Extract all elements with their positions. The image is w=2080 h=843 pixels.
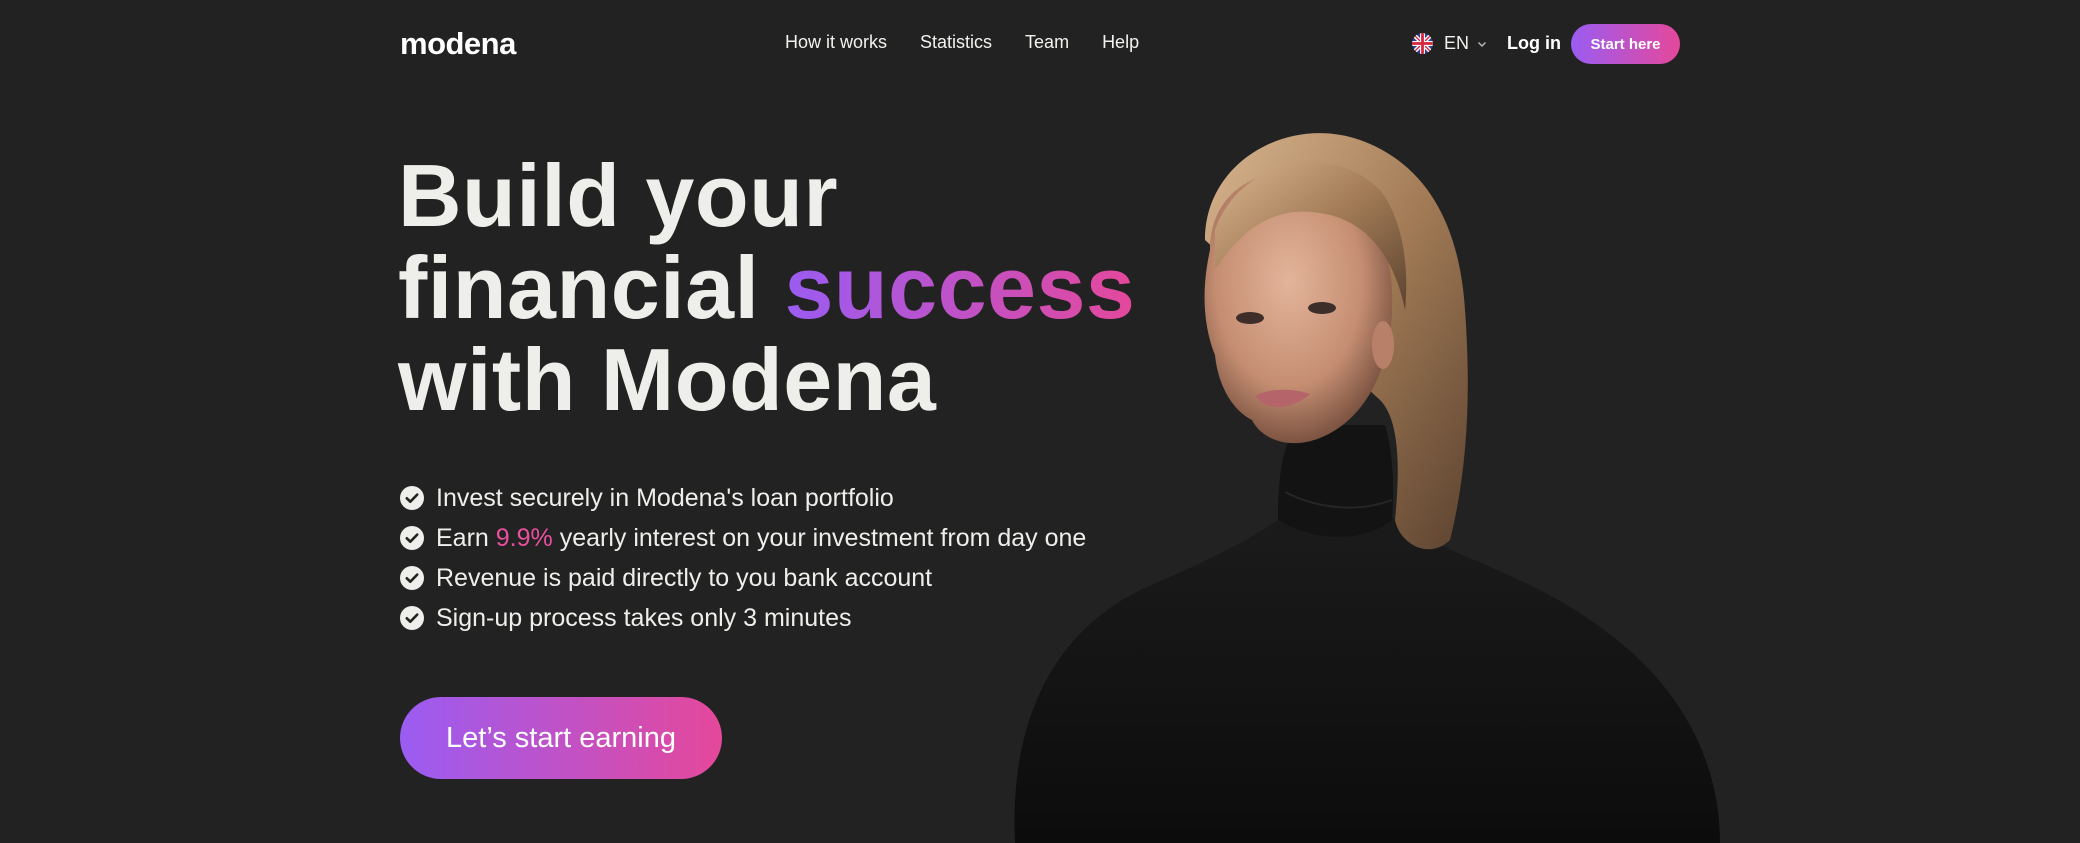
feature-text: Sign-up process takes only 3 minutes (436, 603, 852, 632)
hero-portrait-image (1014, 133, 1720, 843)
feature-item: Revenue is paid directly to you bank acc… (400, 558, 1086, 598)
feature-text: Invest securely in Modena's loan portfol… (436, 483, 894, 512)
feature-item: Earn 9.9% yearly interest on your invest… (400, 518, 1086, 558)
interest-rate-highlight: 9.9% (495, 523, 553, 552)
headline-financial: financial (398, 238, 785, 337)
modena-logo[interactable]: modena (400, 26, 516, 62)
language-selector[interactable]: EN (1412, 33, 1487, 54)
check-circle-icon (400, 606, 424, 630)
feature-item: Sign-up process takes only 3 minutes (400, 598, 1086, 638)
landing-page: modena How it works Statistics Team Help… (0, 0, 2080, 843)
check-circle-icon (400, 526, 424, 550)
nav-statistics[interactable]: Statistics (920, 32, 992, 53)
check-circle-icon (400, 566, 424, 590)
nav-help[interactable]: Help (1102, 32, 1139, 53)
feature-text-before: Earn (436, 523, 496, 552)
start-earning-button[interactable]: Let’s start earning (400, 697, 722, 779)
start-here-button[interactable]: Start here (1571, 24, 1680, 64)
nav-team[interactable]: Team (1025, 32, 1069, 53)
feature-text: Earn 9.9% yearly interest on your invest… (436, 524, 1086, 553)
feature-text: Revenue is paid directly to you bank acc… (436, 563, 933, 592)
login-link[interactable]: Log in (1507, 33, 1561, 54)
main-nav: How it works Statistics Team Help (785, 32, 1139, 53)
language-label: EN (1444, 33, 1470, 53)
feature-list: Invest securely in Modena's loan portfol… (400, 478, 1086, 638)
check-circle-icon (400, 486, 424, 510)
chevron-down-icon (1478, 41, 1487, 47)
uk-flag-icon (1412, 33, 1433, 54)
nav-how-it-works[interactable]: How it works (785, 32, 887, 53)
feature-item: Invest securely in Modena's loan portfol… (400, 478, 1086, 518)
